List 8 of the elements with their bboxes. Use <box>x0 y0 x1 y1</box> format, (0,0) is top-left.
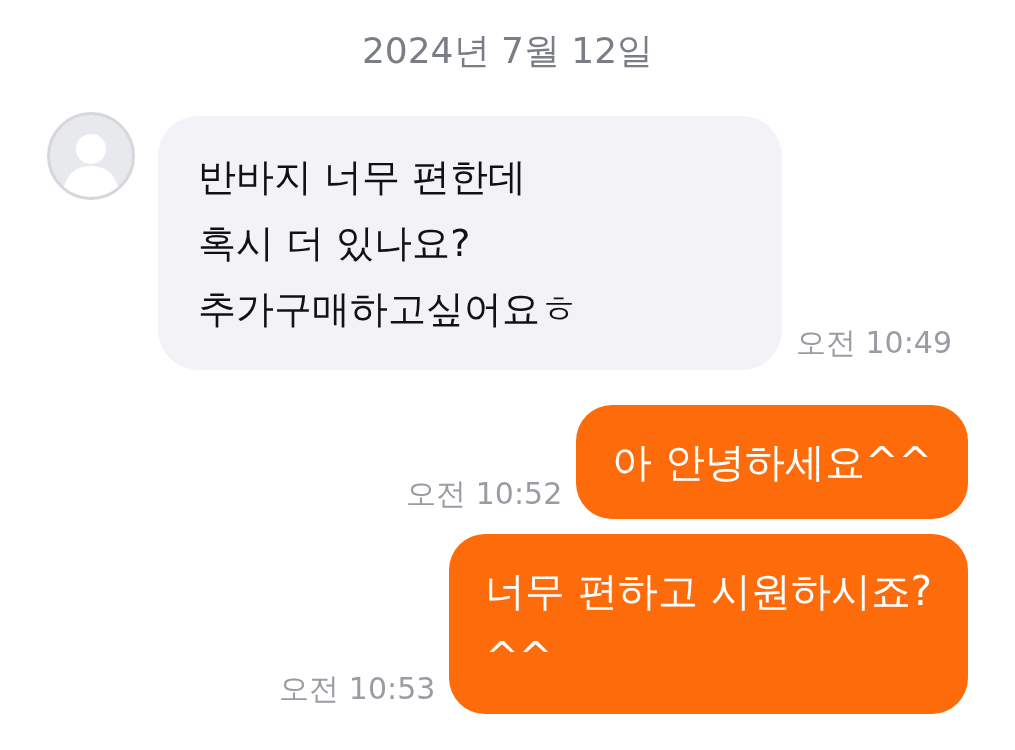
avatar-icon[interactable] <box>47 112 135 200</box>
message-time: 오전 10:53 <box>279 670 436 708</box>
date-label: 2024년 7월 12일 <box>360 29 655 73</box>
message-bubble: 반바지 너무 편한데 혹시 더 있나요? 추가구매하고싶어요ㅎ <box>158 116 782 370</box>
message-time: 오전 10:49 <box>796 324 952 362</box>
message-time: 오전 10:52 <box>406 475 563 513</box>
message-bubble: 너무 편하고 시원하시죠? ^^ <box>449 534 968 714</box>
message-bubble: 아 안녕하세요^^ <box>576 405 968 519</box>
